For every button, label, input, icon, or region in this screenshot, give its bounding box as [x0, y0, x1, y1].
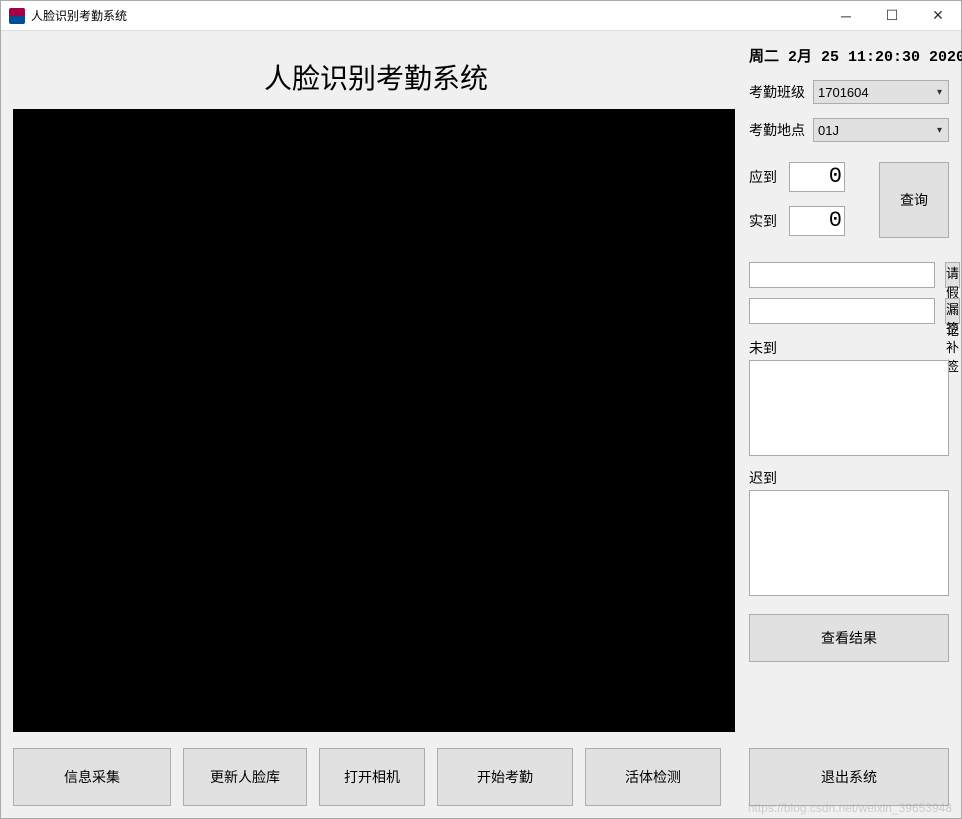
maximize-button[interactable]: ☐: [869, 1, 915, 30]
class-row: 考勤班级 1701604: [749, 80, 949, 104]
bottom-toolbar: 信息采集 更新人脸库 打开相机 开始考勤 活体检测 退出系统: [13, 734, 949, 806]
actual-label: 实到: [749, 211, 789, 231]
location-combo[interactable]: 01J: [813, 118, 949, 142]
minimize-button[interactable]: ─: [823, 1, 869, 30]
location-label: 考勤地点: [749, 120, 813, 140]
absent-listbox[interactable]: [749, 360, 949, 456]
expected-row: 应到 0: [749, 162, 869, 192]
exit-system-button[interactable]: 退出系统: [749, 748, 949, 806]
side-panel: 周二 2月 25 11:20:30 2020 考勤班级 1701604 考勤地点…: [739, 39, 949, 734]
resign-row: 漏签补签: [749, 298, 949, 324]
class-combo-value: 1701604: [818, 85, 869, 100]
start-attendance-button[interactable]: 开始考勤: [437, 748, 573, 806]
counts-left: 应到 0 实到 0: [749, 162, 869, 250]
absent-label: 未到: [749, 338, 949, 358]
liveness-detect-button[interactable]: 活体检测: [585, 748, 721, 806]
actual-lcd: 0: [789, 206, 845, 236]
class-label: 考勤班级: [749, 82, 813, 102]
resign-input[interactable]: [749, 298, 935, 324]
query-button[interactable]: 查询: [879, 162, 949, 238]
close-button[interactable]: ✕: [915, 1, 961, 30]
app-window: 人脸识别考勤系统 ─ ☐ ✕ 人脸识别考勤系统 周二 2月 25 11:20:3…: [0, 0, 962, 819]
late-label: 迟到: [749, 468, 949, 488]
location-row: 考勤地点 01J: [749, 118, 949, 142]
camera-view: [13, 109, 735, 732]
leave-register-button[interactable]: 请假登记: [945, 262, 960, 288]
missed-resign-button[interactable]: 漏签补签: [945, 298, 960, 324]
update-facedb-button[interactable]: 更新人脸库: [183, 748, 307, 806]
leave-row: 请假登记: [749, 262, 949, 288]
upper-section: 人脸识别考勤系统 周二 2月 25 11:20:30 2020 考勤班级 170…: [13, 39, 949, 734]
info-collect-button[interactable]: 信息采集: [13, 748, 171, 806]
expected-lcd: 0: [789, 162, 845, 192]
titlebar: 人脸识别考勤系统 ─ ☐ ✕: [1, 1, 961, 31]
class-combo[interactable]: 1701604: [813, 80, 949, 104]
window-controls: ─ ☐ ✕: [823, 1, 961, 30]
expected-label: 应到: [749, 167, 789, 187]
main-column: 人脸识别考勤系统: [13, 39, 739, 734]
datetime-display: 周二 2月 25 11:20:30 2020: [749, 39, 949, 80]
leave-input[interactable]: [749, 262, 935, 288]
app-icon: [9, 8, 25, 24]
actual-row: 实到 0: [749, 206, 869, 236]
window-title: 人脸识别考勤系统: [31, 7, 823, 24]
counts-block: 应到 0 实到 0 查询: [749, 162, 949, 250]
page-title: 人脸识别考勤系统: [13, 39, 739, 109]
content-area: 人脸识别考勤系统 周二 2月 25 11:20:30 2020 考勤班级 170…: [1, 31, 961, 818]
location-combo-value: 01J: [818, 123, 839, 138]
view-result-button[interactable]: 查看结果: [749, 614, 949, 662]
open-camera-button[interactable]: 打开相机: [319, 748, 425, 806]
late-listbox[interactable]: [749, 490, 949, 596]
